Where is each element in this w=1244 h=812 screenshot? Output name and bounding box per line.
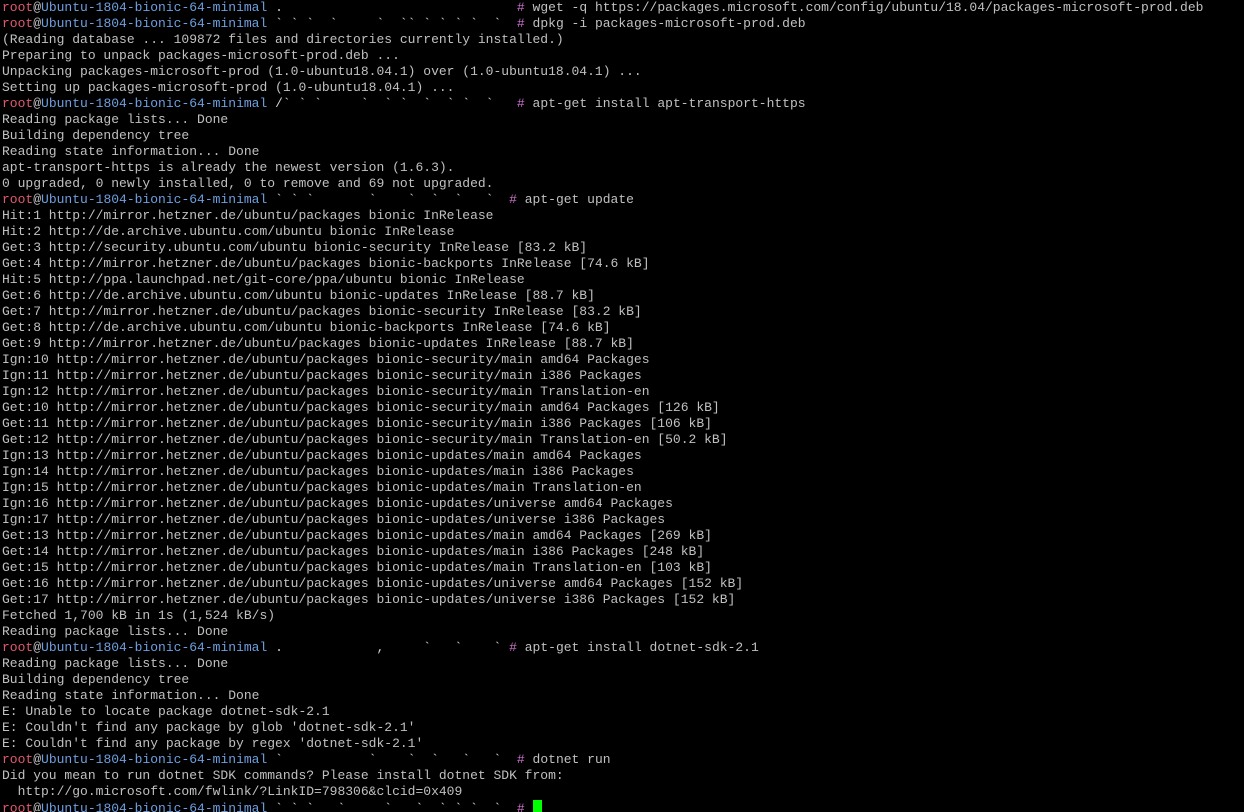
output-line: Reading state information... Done — [2, 688, 260, 703]
output-line: Reading state information... Done — [2, 144, 260, 159]
output-line: Ign:13 http://mirror.hetzner.de/ubuntu/p… — [2, 448, 642, 463]
prompt-path: . , ` ` ` — [267, 640, 510, 655]
prompt-line: root@Ubuntu-1804-bionic-64-minimal ` ` `… — [2, 800, 1244, 812]
output-line: Get:17 http://mirror.hetzner.de/ubuntu/p… — [2, 592, 736, 607]
output-line: apt-transport-https is already the newes… — [2, 160, 455, 175]
output-line: Ign:14 http://mirror.hetzner.de/ubuntu/p… — [2, 464, 634, 479]
prompt-line: root@Ubuntu-1804-bionic-64-minimal /` ` … — [2, 96, 1244, 112]
output-line: Reading package lists... Done — [2, 656, 229, 671]
output-line: Hit:2 http://de.archive.ubuntu.com/ubunt… — [2, 224, 455, 239]
output-line: Get:7 http://mirror.hetzner.de/ubuntu/pa… — [2, 304, 642, 319]
output-line: Get:3 http://security.ubuntu.com/ubuntu … — [2, 240, 588, 255]
output-line: Ign:12 http://mirror.hetzner.de/ubuntu/p… — [2, 384, 650, 399]
output-line: Ign:17 http://mirror.hetzner.de/ubuntu/p… — [2, 512, 666, 527]
output-line: Preparing to unpack packages-microsoft-p… — [2, 48, 400, 63]
prompt-user: root — [2, 640, 34, 655]
output-line: E: Unable to locate package dotnet-sdk-2… — [2, 704, 330, 719]
command-text: dpkg -i packages-microsoft-prod.deb — [524, 16, 806, 31]
prompt-path: . — [267, 0, 517, 15]
prompt-host: Ubuntu-1804-bionic-64-minimal — [41, 640, 268, 655]
output-line: Building dependency tree — [2, 672, 190, 687]
prompt-symbol: # — [516, 96, 525, 111]
terminal-cursor[interactable] — [532, 800, 542, 812]
prompt-user: root — [2, 192, 34, 207]
output-line: Fetched 1,700 kB in 1s (1,524 kB/s) — [2, 608, 276, 623]
output-line: Get:16 http://mirror.hetzner.de/ubuntu/p… — [2, 576, 744, 591]
output-line: Get:6 http://de.archive.ubuntu.com/ubunt… — [2, 288, 595, 303]
command-text: apt-get install apt-transport-https — [524, 96, 806, 111]
prompt-path: ` ` ` ` ` ` ` ` ` ` — [267, 801, 517, 812]
output-line: Get:12 http://mirror.hetzner.de/ubuntu/p… — [2, 432, 728, 447]
prompt-line: root@Ubuntu-1804-bionic-64-minimal . , `… — [2, 640, 1244, 656]
prompt-path: ` ` ` ` ` ` ` ` — [267, 192, 510, 207]
prompt-host: Ubuntu-1804-bionic-64-minimal — [41, 192, 268, 207]
prompt-at: @ — [33, 801, 42, 812]
output-line: Ign:16 http://mirror.hetzner.de/ubuntu/p… — [2, 496, 673, 511]
prompt-line: root@Ubuntu-1804-bionic-64-minimal ` ` `… — [2, 192, 1244, 208]
prompt-user: root — [2, 0, 34, 15]
command-text: wget -q https://packages.microsoft.com/c… — [524, 0, 1204, 15]
prompt-line: root@Ubuntu-1804-bionic-64-minimal ` ` `… — [2, 752, 1244, 768]
prompt-host: Ubuntu-1804-bionic-64-minimal — [41, 96, 268, 111]
output-line: Ign:11 http://mirror.hetzner.de/ubuntu/p… — [2, 368, 642, 383]
prompt-symbol: # — [516, 0, 525, 15]
output-line: Unpacking packages-microsoft-prod (1.0-u… — [2, 64, 642, 79]
prompt-symbol: # — [516, 752, 525, 767]
prompt-host: Ubuntu-1804-bionic-64-minimal — [41, 0, 268, 15]
output-line: Get:15 http://mirror.hetzner.de/ubuntu/p… — [2, 560, 712, 575]
prompt-symbol: # — [516, 801, 525, 812]
output-line: Get:13 http://mirror.hetzner.de/ubuntu/p… — [2, 528, 712, 543]
prompt-at: @ — [33, 640, 42, 655]
prompt-path: ` ` ` ` ` `` ` ` ` ` ` — [267, 16, 517, 31]
output-line: Building dependency tree — [2, 128, 190, 143]
command-text: apt-get install dotnet-sdk-2.1 — [516, 640, 759, 655]
output-line: Get:4 http://mirror.hetzner.de/ubuntu/pa… — [2, 256, 650, 271]
command-text: dotnet run — [524, 752, 611, 767]
output-line: Did you mean to run dotnet SDK commands?… — [2, 768, 564, 783]
prompt-host: Ubuntu-1804-bionic-64-minimal — [41, 801, 268, 812]
prompt-host: Ubuntu-1804-bionic-64-minimal — [41, 16, 268, 31]
prompt-user: root — [2, 96, 34, 111]
prompt-symbol: # — [516, 16, 525, 31]
output-line: Reading package lists... Done — [2, 624, 229, 639]
prompt-path: /` ` ` ` ` ` ` ` ` ` — [267, 96, 517, 111]
prompt-user: root — [2, 801, 34, 812]
output-line: Hit:5 http://ppa.launchpad.net/git-core/… — [2, 272, 525, 287]
terminal-window[interactable]: root@Ubuntu-1804-bionic-64-minimal . # w… — [0, 0, 1244, 812]
prompt-at: @ — [33, 752, 42, 767]
output-line: 0 upgraded, 0 newly installed, 0 to remo… — [2, 176, 494, 191]
prompt-line: root@Ubuntu-1804-bionic-64-minimal ` ` `… — [2, 16, 1244, 32]
prompt-path: ` ` ` ` ` ` — [267, 752, 517, 767]
prompt-host: Ubuntu-1804-bionic-64-minimal — [41, 752, 268, 767]
prompt-line: root@Ubuntu-1804-bionic-64-minimal . # w… — [2, 0, 1244, 16]
prompt-at: @ — [33, 0, 42, 15]
output-line: http://go.microsoft.com/fwlink/?LinkID=7… — [2, 784, 463, 799]
output-line: Ign:15 http://mirror.hetzner.de/ubuntu/p… — [2, 480, 642, 495]
prompt-symbol: # — [509, 640, 517, 655]
output-line: Get:14 http://mirror.hetzner.de/ubuntu/p… — [2, 544, 705, 559]
prompt-symbol: # — [509, 192, 517, 207]
output-line: E: Couldn't find any package by regex 'd… — [2, 736, 424, 751]
output-line: Get:10 http://mirror.hetzner.de/ubuntu/p… — [2, 400, 720, 415]
output-line: E: Couldn't find any package by glob 'do… — [2, 720, 416, 735]
command-text: apt-get update — [516, 192, 634, 207]
command-text — [525, 801, 533, 812]
output-line: Get:9 http://mirror.hetzner.de/ubuntu/pa… — [2, 336, 634, 351]
prompt-at: @ — [33, 16, 42, 31]
output-line: (Reading database ... 109872 files and d… — [2, 32, 564, 47]
prompt-user: root — [2, 16, 34, 31]
output-line: Get:8 http://de.archive.ubuntu.com/ubunt… — [2, 320, 611, 335]
output-line: Get:11 http://mirror.hetzner.de/ubuntu/p… — [2, 416, 712, 431]
output-line: Hit:1 http://mirror.hetzner.de/ubuntu/pa… — [2, 208, 494, 223]
prompt-at: @ — [33, 96, 42, 111]
output-line: Setting up packages-microsoft-prod (1.0-… — [2, 80, 455, 95]
prompt-user: root — [2, 752, 34, 767]
output-line: Reading package lists... Done — [2, 112, 229, 127]
prompt-at: @ — [33, 192, 42, 207]
output-line: Ign:10 http://mirror.hetzner.de/ubuntu/p… — [2, 352, 650, 367]
